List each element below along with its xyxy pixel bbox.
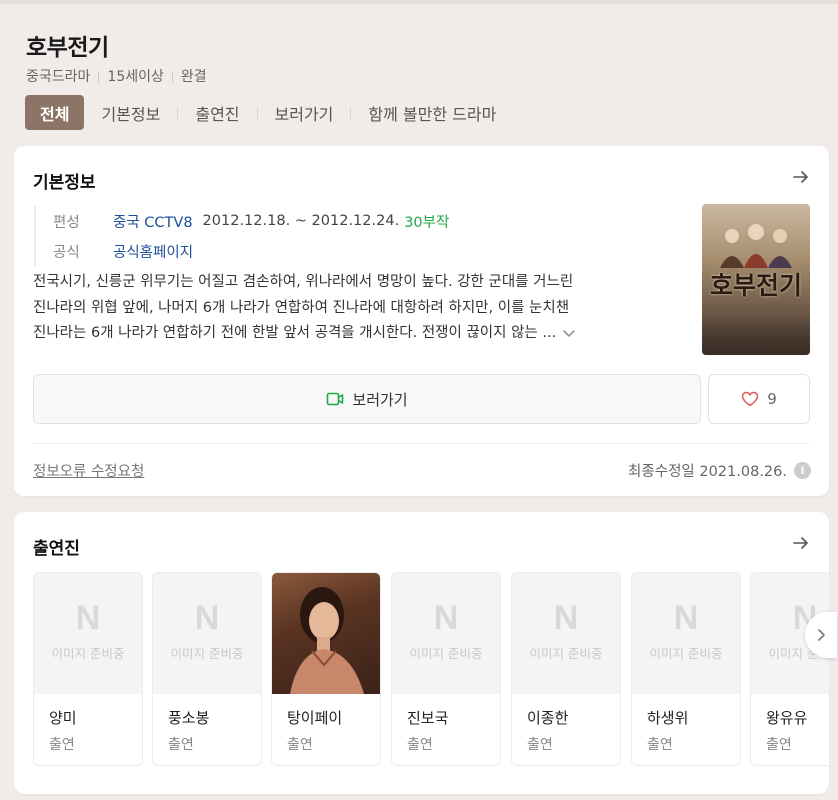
cast-role: 출연	[287, 737, 313, 753]
placeholder-text: 이미지 준비중	[51, 646, 125, 661]
broadcast-row: 편성 중국 CCTV8 2012.12.18. ~ 2012.12.24. 30…	[53, 206, 449, 236]
cast-card-item[interactable]: 탕이페이 출연	[271, 572, 381, 766]
tab-recommended[interactable]: 함께 볼만한 드라마	[368, 101, 496, 125]
placeholder-text: 이미지 준비중	[409, 646, 483, 661]
cast-name: 왕유유	[766, 709, 808, 727]
synopsis: 전국시기, 신릉군 위무기는 어질고 겸손하여, 위나라에서 명망이 높다. 강…	[33, 270, 673, 347]
cast-name: 양미	[49, 709, 77, 727]
poster-crowd	[702, 315, 810, 355]
synopsis-line: 진나라는 6개 나라가 연합하기 전에 한발 앞서 공격을 개시한다. 전쟁이 …	[33, 321, 673, 347]
image-placeholder: N 이미지 준비중	[392, 573, 500, 694]
arrow-right-icon[interactable]	[791, 167, 811, 187]
cast-title: 출연진	[33, 539, 80, 559]
broadcast-period: 2012.12.18. ~ 2012.12.24.	[202, 213, 400, 229]
tab-bar: 전체 기본정보 출연진 보러가기 함께 볼만한 드라마	[25, 95, 496, 130]
portrait-illustration	[290, 587, 364, 694]
poster-title: 호부전기	[709, 271, 802, 300]
chevron-right-icon	[818, 629, 825, 641]
meta-divider	[98, 71, 100, 83]
tab-divider	[350, 106, 352, 119]
cast-list: N 이미지 준비중 양미 출연 N 이미지 준비중 풍소봉 출연 탕이페이 출연…	[33, 572, 829, 768]
watch-button-label: 보러가기	[352, 390, 408, 409]
cast-card: 출연진 N 이미지 준비중 양미 출연 N 이미지 준비중 풍소봉 출연 탕이페…	[14, 512, 837, 794]
cast-card-item[interactable]: N 이미지 준비중 풍소봉 출연	[152, 572, 262, 766]
cast-photo	[272, 573, 380, 694]
page-title: 호부전기	[26, 35, 109, 61]
cast-card-item[interactable]: N 이미지 준비중 이종한 출연	[511, 572, 621, 766]
tab-divider	[256, 106, 258, 119]
synopsis-line: 진나라의 위협 앞에, 나머지 6개 나라가 연합하여 진나라에 대항하려 하지…	[33, 299, 570, 316]
official-label: 공식	[53, 244, 80, 261]
image-placeholder: N 이미지 준비중	[153, 573, 261, 694]
info-table: 편성 중국 CCTV8 2012.12.18. ~ 2012.12.24. 30…	[34, 206, 449, 266]
last-updated: 최종수정일 2021.08.26. i	[628, 460, 811, 481]
watch-button[interactable]: 보러가기	[33, 374, 701, 424]
cast-card-item[interactable]: N 이미지 준비중 하생위 출연	[631, 572, 741, 766]
cast-name: 하생위	[647, 709, 689, 727]
image-placeholder: N 이미지 준비중	[632, 573, 740, 694]
drama-poster[interactable]: 호부전기	[702, 204, 810, 355]
cast-name: 이종한	[527, 709, 569, 727]
official-homepage-link[interactable]: 공식홈페이지	[113, 241, 193, 262]
drama-meta: 중국드라마 15세이상 완결	[26, 66, 207, 86]
cast-card-item[interactable]: N 이미지 준비중 왕유유 출연	[750, 572, 829, 766]
like-count: 9	[767, 390, 777, 408]
cast-name: 탕이페이	[287, 709, 343, 727]
tab-divider	[177, 106, 179, 119]
cast-role: 출연	[407, 737, 433, 753]
top-border	[0, 0, 838, 4]
last-updated-text: 최종수정일 2021.08.26.	[628, 464, 787, 480]
cast-role: 출연	[49, 737, 75, 753]
status-label: 완결	[180, 69, 207, 85]
tab-basic-info[interactable]: 기본정보	[101, 101, 160, 125]
cast-card-item[interactable]: N 이미지 준비중 진보국 출연	[391, 572, 501, 766]
chevron-down-icon[interactable]	[562, 326, 576, 340]
image-placeholder: N 이미지 준비중	[34, 573, 142, 694]
placeholder-text: 이미지 준비중	[170, 646, 244, 661]
cast-role: 출연	[168, 737, 194, 753]
naver-logo-icon: N	[553, 599, 579, 637]
video-play-icon	[327, 392, 344, 406]
card-divider	[33, 443, 810, 444]
placeholder-text: 이미지 준비중	[529, 646, 603, 661]
cast-role: 출연	[766, 737, 792, 753]
poster-figures-illustration	[720, 224, 792, 268]
drama-header: 호부전기 중국드라마 15세이상 완결	[26, 28, 207, 85]
tab-all[interactable]: 전체	[25, 95, 85, 130]
cast-role: 출연	[647, 737, 673, 753]
synopsis-line: 전국시기, 신릉군 위무기는 어질고 겸손하여, 위나라에서 명망이 높다. 강…	[33, 274, 574, 290]
official-row: 공식 공식홈페이지	[53, 236, 449, 266]
info-icon[interactable]: i	[794, 462, 811, 479]
placeholder-text: 이미지 준비중	[649, 646, 723, 661]
naver-logo-icon: N	[673, 599, 699, 637]
episode-count: 30부작	[404, 214, 450, 231]
broadcast-link[interactable]: 중국 CCTV8	[113, 211, 193, 232]
basic-info-card: 기본정보 편성 중국 CCTV8 2012.12.18. ~ 2012.12.2…	[14, 146, 829, 496]
naver-logo-icon: N	[194, 599, 220, 637]
cast-name: 풍소봉	[168, 709, 210, 727]
like-button[interactable]: 9	[708, 374, 810, 424]
cast-name: 진보국	[407, 709, 449, 727]
rating-label: 15세이상	[107, 69, 164, 85]
basic-info-title: 기본정보	[33, 173, 96, 193]
synopsis-line-text: 진나라는 6개 나라가 연합하기 전에 한발 앞서 공격을 개시한다. 전쟁이 …	[33, 325, 557, 341]
tab-cast[interactable]: 출연진	[195, 101, 239, 125]
meta-divider	[171, 71, 173, 83]
genre-label: 중국드라마	[26, 69, 91, 85]
naver-logo-icon: N	[75, 599, 101, 637]
tab-watch[interactable]: 보러가기	[275, 101, 334, 125]
naver-logo-icon: N	[433, 599, 459, 637]
heart-icon	[741, 391, 759, 407]
report-error-link[interactable]: 정보오류 수정요청	[33, 460, 144, 481]
cast-role: 출연	[527, 737, 553, 753]
image-placeholder: N 이미지 준비중	[512, 573, 620, 694]
broadcast-label: 편성	[53, 214, 80, 231]
cast-card-item[interactable]: N 이미지 준비중 양미 출연	[33, 572, 143, 766]
arrow-right-icon[interactable]	[791, 533, 811, 553]
